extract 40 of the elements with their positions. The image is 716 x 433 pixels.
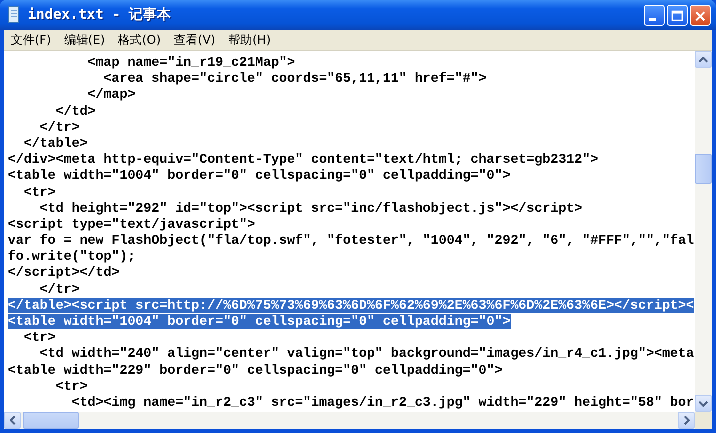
scroll-thumb[interactable] bbox=[23, 412, 79, 429]
menu-item[interactable]: 格式(O) bbox=[113, 32, 170, 48]
code-line: <tr> bbox=[54, 378, 88, 394]
code-line: <table width="229" border="0" cellspacing="0" cellpadding="0"> bbox=[8, 362, 503, 378]
menu-item[interactable]: 编辑(E) bbox=[59, 32, 114, 48]
scroll-down-button[interactable] bbox=[695, 395, 712, 412]
scroll-left-button[interactable] bbox=[4, 412, 21, 429]
minimize-button[interactable] bbox=[644, 4, 665, 26]
vertical-scrollbar[interactable] bbox=[695, 51, 712, 412]
code-line: </table> bbox=[22, 136, 88, 151]
menu-item[interactable]: 查看(V) bbox=[169, 32, 224, 48]
scroll-up-button[interactable] bbox=[695, 51, 712, 68]
code-line: var fo = new FlashObject("fla/top.swf", "fotester", "1004", "292", "6", "#FFF","","fal bbox=[8, 233, 694, 248]
code-line: <tr> bbox=[22, 330, 56, 346]
scroll-thumb[interactable] bbox=[695, 154, 712, 184]
code-line: <td width="240" align="center" valign="top" background="images/in_r4_c1.jpg"><meta bbox=[38, 346, 694, 362]
scrollbar-corner bbox=[695, 412, 712, 429]
menu-item[interactable]: 文件(F) bbox=[6, 32, 60, 48]
window-title: index.txt - 记事本 bbox=[28, 6, 172, 24]
code-line: </div><meta http-equiv="Content-Type" content="text/html; charset=gb2312"> bbox=[8, 152, 598, 168]
code-line: <td height="292" id="top"><script src="inc/flashobject.js"></script> bbox=[38, 200, 583, 216]
code-line: </map> bbox=[86, 87, 136, 102]
scroll-right-button[interactable] bbox=[678, 412, 695, 429]
code-line: <area shape="circle" coords="65,11,11" href="#"> bbox=[102, 71, 487, 86]
code-line: <map name="in_r19_c21Map"> bbox=[86, 55, 296, 70]
close-button[interactable] bbox=[690, 4, 711, 26]
code-line: <tr> bbox=[22, 184, 56, 200]
minimize-icon bbox=[649, 18, 656, 20]
code-line: <table width="1004" border="0" cellspacing="0" cellpadding="0"> bbox=[8, 168, 511, 184]
code-line: fo.write("top"); bbox=[8, 249, 136, 264]
menu-item[interactable]: 帮助(H) bbox=[224, 32, 279, 48]
code-line: </tr> bbox=[38, 282, 80, 297]
notepad-icon bbox=[6, 6, 22, 24]
code-line: <td><img name="in_r2_c3" src="images/in_r2_c3.jpg" width="229" height="58" bor bbox=[70, 394, 694, 410]
code-line: </tr> bbox=[38, 120, 80, 135]
maximize-button[interactable] bbox=[667, 4, 688, 26]
code-line: <script type="text/javascript"> bbox=[8, 216, 256, 232]
code-line: </td> bbox=[54, 104, 96, 119]
horizontal-scrollbar[interactable] bbox=[4, 412, 695, 429]
code-line: </script></td> bbox=[8, 265, 120, 280]
